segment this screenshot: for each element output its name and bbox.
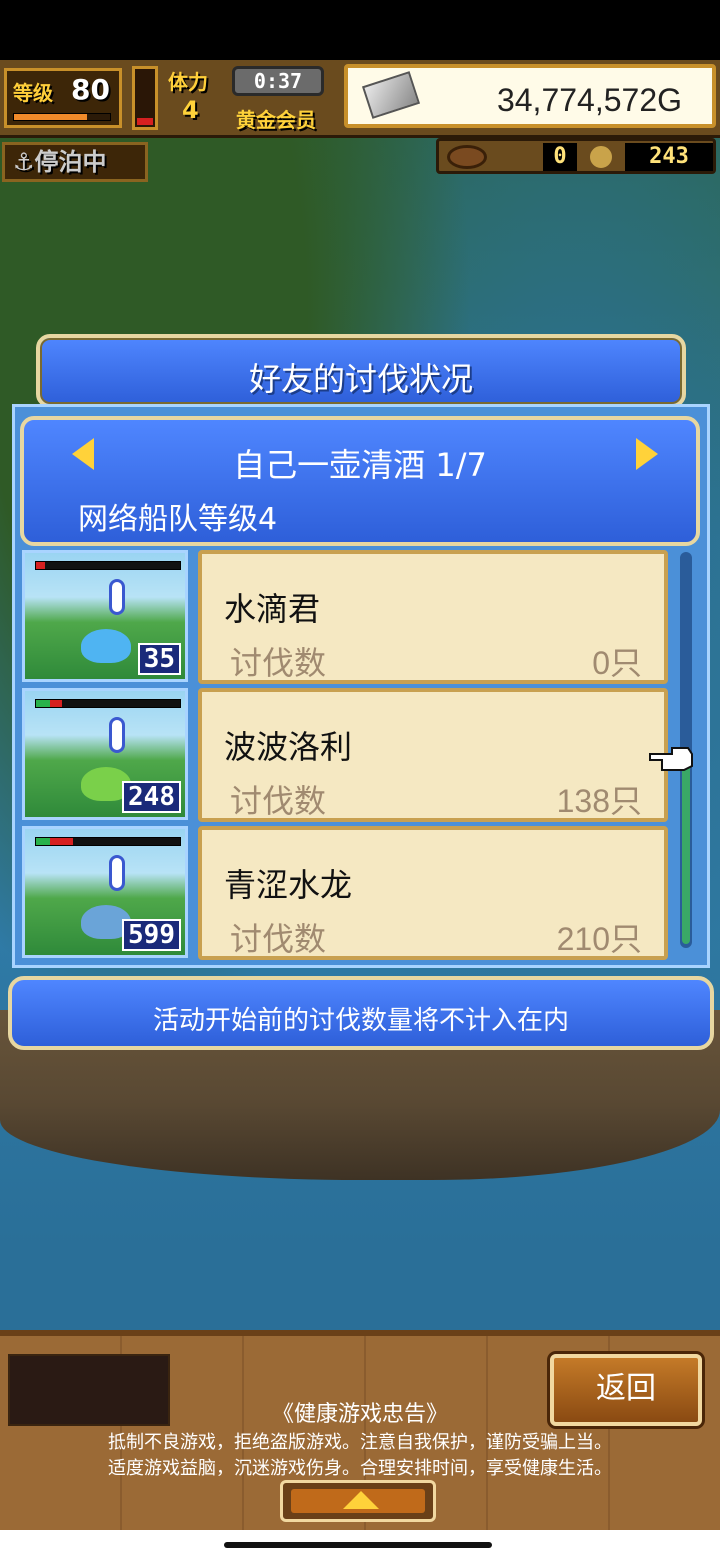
- level-box: 等级 80: [4, 68, 122, 128]
- home-bar: [0, 1530, 720, 1560]
- stamina-label: 体力: [168, 70, 208, 94]
- alert-icon: [109, 579, 125, 615]
- bottom-panel: 返回 《健康游戏忠告》 抵制不良游戏，拒绝盗版游戏。注意自我保护，谨防受骗上当。…: [0, 1330, 720, 1530]
- monster-name: 水滴君: [224, 590, 321, 628]
- monster-name: 青涩水龙: [224, 866, 353, 904]
- dialog-title: 好友的讨伐状况: [248, 360, 473, 398]
- kill-card: 波波洛利 讨伐数 138只: [198, 688, 668, 822]
- docked-status[interactable]: ⚓停泊中: [2, 142, 148, 182]
- monster-thumbnail: 35: [22, 550, 188, 682]
- friend-name: 自己一壶清酒 1/7: [233, 446, 487, 484]
- kill-value: 138只: [556, 783, 642, 819]
- monster-count: 248: [122, 781, 181, 813]
- monster-thumbnail: 248: [22, 688, 188, 820]
- health-advice-title: 《健康游戏忠告》: [271, 1402, 448, 1427]
- monster-sprite: [81, 629, 131, 663]
- stamina-gauge-fill: [137, 118, 153, 125]
- level-progress-fill: [14, 114, 87, 120]
- monster-hp-bar: [35, 561, 181, 570]
- alert-icon: [109, 717, 125, 753]
- fleet-level: 网络船队等级4: [78, 502, 278, 537]
- list-item[interactable]: 599 青涩水龙 讨伐数 210只: [20, 826, 670, 960]
- docked-label: 停泊中: [34, 148, 107, 176]
- list-item[interactable]: 35 水滴君 讨伐数 0只: [20, 550, 670, 684]
- kill-label: 讨伐数: [230, 920, 327, 958]
- scrollbar-thumb[interactable]: [682, 758, 690, 944]
- coin-icon: [587, 143, 615, 171]
- notice-text: 活动开始前的讨伐数量将不计入在内: [152, 1006, 569, 1036]
- kill-value: 210只: [556, 921, 642, 957]
- money-value: 34,774,572G: [496, 82, 682, 118]
- silver-ingot-icon: [361, 71, 421, 119]
- monster-hp-red: [50, 700, 62, 707]
- arrow-right-icon[interactable]: [636, 438, 658, 470]
- resource-1-value: 0: [543, 143, 577, 171]
- level-value: 80: [71, 73, 110, 106]
- membership-label: 黄金会员: [236, 108, 316, 132]
- notice-bar: 活动开始前的讨伐数量将不计入在内: [8, 976, 714, 1050]
- monster-hp-bar: [35, 837, 181, 846]
- health-advice-line-1: 抵制不良游戏，拒绝盗版游戏。注意自我保护，谨防受骗上当。: [108, 1432, 612, 1453]
- expand-button[interactable]: [280, 1480, 436, 1522]
- health-advice-line-2: 适度游戏益脑，沉迷游戏伤身。合理安排时间，享受健康生活。: [108, 1458, 612, 1479]
- monster-hp-red: [50, 838, 74, 845]
- game-screen: 等级 80 体力 4 0:37 黄金会员 34,774,572G ⚓停泊中 0 …: [0, 0, 720, 1560]
- monster-name: 波波洛利: [224, 728, 353, 766]
- level-progress-bar: [13, 113, 111, 121]
- friend-header: 自己一壶清酒 1/7 网络船队等级4: [20, 416, 700, 546]
- monster-hp-red: [36, 562, 45, 569]
- stamina-gauge: [132, 66, 158, 130]
- kill-value: 0只: [592, 645, 642, 681]
- home-indicator[interactable]: [224, 1542, 492, 1548]
- stamina-timer: 0:37: [232, 66, 324, 96]
- money-box[interactable]: 34,774,572G: [344, 64, 716, 128]
- monster-thumbnail: 599: [22, 826, 188, 958]
- list-item[interactable]: 248 波波洛利 讨伐数 138只: [20, 688, 670, 822]
- monster-hp-fill: [36, 838, 51, 845]
- monster-hp-bar: [35, 699, 181, 708]
- stamina-value: 4: [182, 96, 199, 124]
- kill-card: 青涩水龙 讨伐数 210只: [198, 826, 668, 960]
- pointer-hand-icon: [649, 747, 693, 771]
- monster-count: 599: [122, 919, 181, 951]
- dialog-title-bar: 好友的讨伐状况: [36, 334, 686, 408]
- level-label: 等级: [13, 81, 53, 105]
- anchor-icon: ⚓: [13, 148, 35, 176]
- monster-hp-fill: [36, 700, 51, 707]
- resource-bar: 0 243: [436, 138, 716, 174]
- resource-2-value: 243: [625, 143, 713, 171]
- kill-label: 讨伐数: [230, 644, 327, 682]
- kill-label: 讨伐数: [230, 782, 327, 820]
- alert-icon: [109, 855, 125, 891]
- monster-count: 35: [137, 643, 181, 675]
- up-triangle-icon: [343, 1491, 379, 1509]
- status-strip: [0, 0, 720, 60]
- kill-card: 水滴君 讨伐数 0只: [198, 550, 668, 684]
- expand-button-inner: [291, 1489, 425, 1513]
- barrel-icon: [447, 145, 487, 169]
- top-hud: 等级 80 体力 4 0:37 黄金会员 34,774,572G: [0, 60, 720, 138]
